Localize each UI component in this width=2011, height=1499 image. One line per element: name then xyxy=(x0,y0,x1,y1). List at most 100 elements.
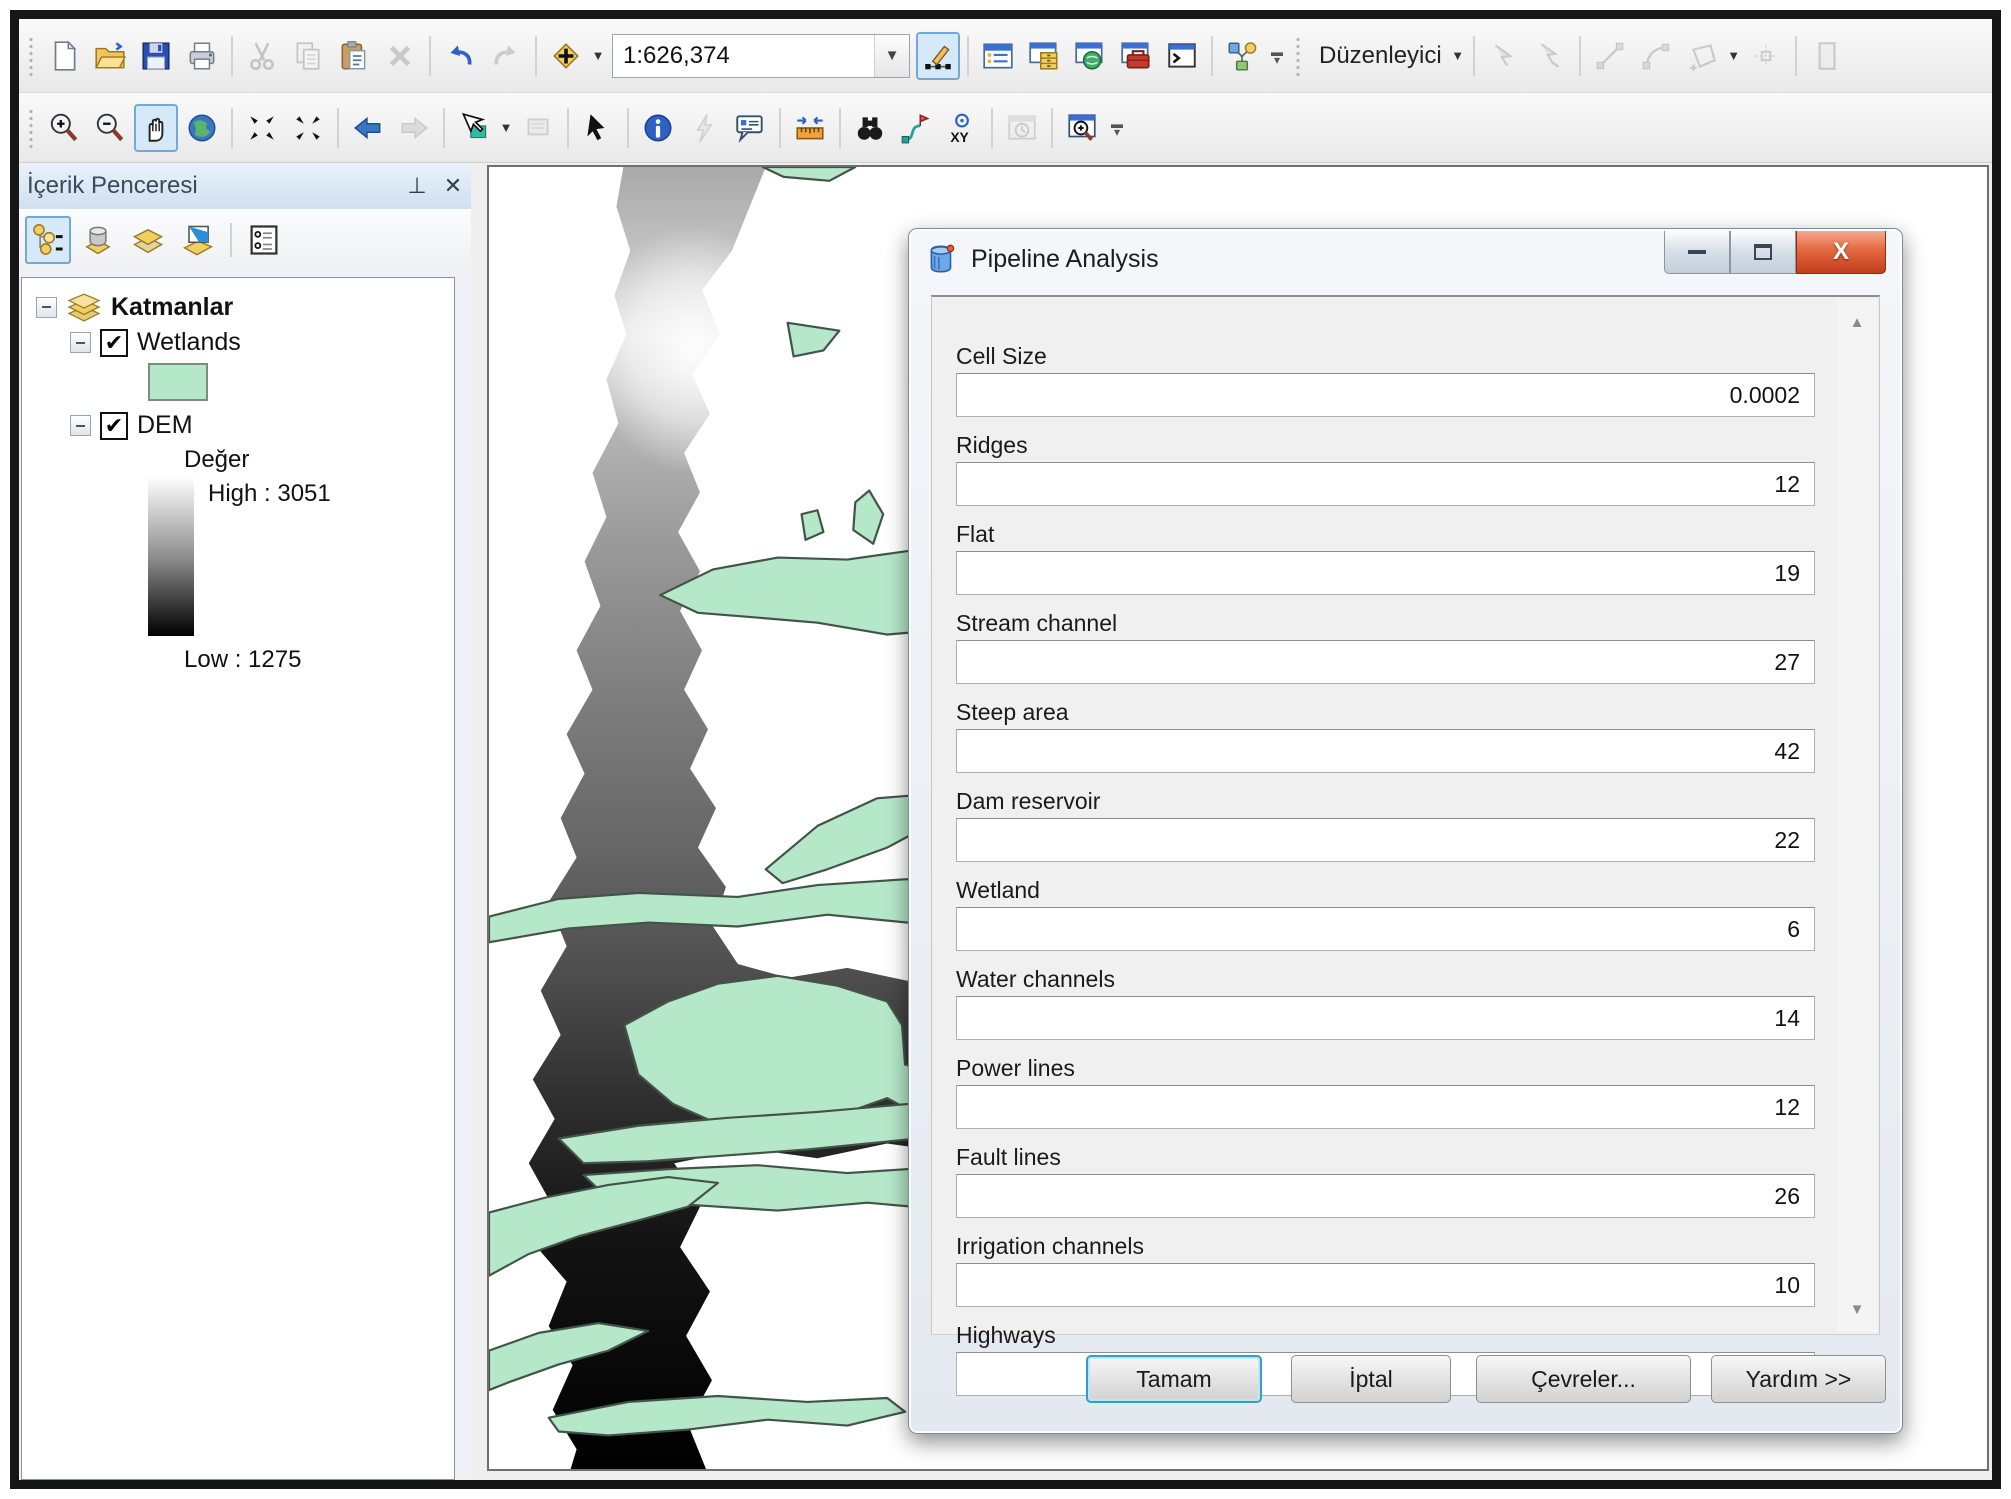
list-by-source-button[interactable] xyxy=(75,216,121,264)
expander-dem[interactable] xyxy=(70,415,91,436)
toolbar-grip[interactable] xyxy=(27,34,36,78)
map-scale-dropdown[interactable]: ▼ xyxy=(874,35,909,77)
clear-selection-button[interactable] xyxy=(516,104,560,152)
save-button[interactable] xyxy=(134,32,178,80)
select-elements-button[interactable] xyxy=(576,104,620,152)
scroll-up-icon[interactable]: ▲ xyxy=(1837,305,1877,339)
close-icon[interactable]: ✕ xyxy=(435,168,471,204)
dialog-scrollbar[interactable]: ▲ ▼ xyxy=(1837,299,1877,1332)
parameter-input[interactable]: 12 xyxy=(956,462,1815,506)
wetlands-symbol-swatch[interactable] xyxy=(148,363,208,401)
editor-sketch-icon xyxy=(921,39,955,73)
wetlands-checkbox[interactable]: ✔ xyxy=(100,329,128,357)
list-by-drawing-order-button[interactable] xyxy=(25,216,71,264)
html-popup-button[interactable] xyxy=(728,104,772,152)
python-window-button[interactable] xyxy=(1160,32,1204,80)
ok-button[interactable]: Tamam xyxy=(1086,1355,1262,1403)
tools-overflow-button[interactable]: ▬▾ xyxy=(1106,104,1128,152)
add-data-dropdown[interactable]: ▼ xyxy=(590,32,606,80)
find-button[interactable] xyxy=(848,104,892,152)
trace-tool-button[interactable] xyxy=(1528,32,1572,80)
arc-segment-tool-button[interactable] xyxy=(1634,32,1678,80)
close-button[interactable]: X xyxy=(1796,231,1886,274)
expander-wetlands[interactable] xyxy=(70,332,91,353)
open-folder-icon xyxy=(93,39,127,73)
add-data-button[interactable] xyxy=(544,32,588,80)
toolbar-overflow-button[interactable]: ▬▾ xyxy=(1266,32,1288,80)
attributes-button[interactable] xyxy=(1804,32,1848,80)
arctoolbox-button[interactable] xyxy=(1114,32,1158,80)
parameter-input[interactable]: 6 xyxy=(956,907,1815,951)
minimize-button[interactable] xyxy=(1664,231,1730,274)
editor-menu[interactable]: Düzenleyici xyxy=(1309,42,1448,70)
parameter-input[interactable]: 22 xyxy=(956,818,1815,862)
maximize-button[interactable] xyxy=(1730,231,1796,274)
find-route-button[interactable] xyxy=(894,104,938,152)
parameter-input[interactable]: 27 xyxy=(956,640,1815,684)
new-document-button[interactable] xyxy=(42,32,86,80)
cut-button[interactable] xyxy=(240,32,284,80)
pan-button[interactable] xyxy=(134,104,178,152)
open-button[interactable] xyxy=(88,32,132,80)
parameter-input[interactable]: 14 xyxy=(956,996,1815,1040)
fixed-zoom-out-button[interactable] xyxy=(286,104,330,152)
cut-icon xyxy=(245,39,279,73)
paste-button[interactable] xyxy=(332,32,376,80)
model-builder-button[interactable] xyxy=(1220,32,1264,80)
select-features-dropdown[interactable]: ▼ xyxy=(498,104,514,152)
forward-extent-button[interactable] xyxy=(392,104,436,152)
layer-label-wetlands[interactable]: Wetlands xyxy=(137,328,241,357)
snapping-grid-button[interactable] xyxy=(1744,32,1788,80)
layer-label-dem[interactable]: DEM xyxy=(137,411,193,440)
select-features-button[interactable] xyxy=(452,104,496,152)
editor-sketch-properties-button[interactable] xyxy=(916,32,960,80)
tools-toolbar-grip[interactable] xyxy=(27,106,36,150)
go-to-xy-button[interactable]: XY xyxy=(940,104,984,152)
cancel-button[interactable]: İptal xyxy=(1291,1355,1451,1403)
parameter-input[interactable]: 26 xyxy=(956,1174,1815,1218)
redo-button[interactable] xyxy=(484,32,528,80)
help-button[interactable]: Yardım >> xyxy=(1711,1355,1886,1403)
expander-katmanlar[interactable] xyxy=(36,297,57,318)
edit-tool-button[interactable] xyxy=(1482,32,1526,80)
viewer-window-button[interactable] xyxy=(1060,104,1104,152)
measure-button[interactable] xyxy=(788,104,832,152)
back-extent-button[interactable] xyxy=(346,104,390,152)
line-segment-tool-button[interactable] xyxy=(1588,32,1632,80)
identify-button[interactable] xyxy=(636,104,680,152)
fixed-zoom-in-button[interactable] xyxy=(240,104,284,152)
catalog-button[interactable] xyxy=(1022,32,1066,80)
edit-arrow-icon xyxy=(1487,39,1521,73)
polygon-sketch-dropdown[interactable]: ▼ xyxy=(1726,32,1742,80)
table-of-contents-button[interactable] xyxy=(976,32,1020,80)
print-button[interactable] xyxy=(180,32,224,80)
parameter-input[interactable]: 0.0002 xyxy=(956,373,1815,417)
scroll-down-icon[interactable]: ▼ xyxy=(1837,1292,1877,1326)
undo-button[interactable] xyxy=(438,32,482,80)
parameter-input[interactable]: 10 xyxy=(956,1263,1815,1307)
parameter-input[interactable]: 19 xyxy=(956,551,1815,595)
map-scale-combo[interactable]: 1:626,374 ▼ xyxy=(612,34,910,78)
time-slider-button[interactable] xyxy=(1000,104,1044,152)
pin-icon[interactable]: ⊥ xyxy=(399,168,435,204)
list-by-visibility-button[interactable] xyxy=(125,216,171,264)
parameter-input[interactable]: 42 xyxy=(956,729,1815,773)
search-window-button[interactable] xyxy=(1068,32,1112,80)
toc-options-button[interactable] xyxy=(241,216,287,264)
zoom-out-button[interactable] xyxy=(88,104,132,152)
polygon-sketch-tool-button[interactable] xyxy=(1680,32,1724,80)
layers-root-label[interactable]: Katmanlar xyxy=(111,293,233,322)
delete-button[interactable] xyxy=(378,32,422,80)
dem-checkbox[interactable]: ✔ xyxy=(100,412,128,440)
list-by-selection-button[interactable] xyxy=(175,216,221,264)
environments-button[interactable]: Çevreler... xyxy=(1476,1355,1691,1403)
hyperlink-button[interactable] xyxy=(682,104,726,152)
full-extent-button[interactable] xyxy=(180,104,224,152)
parameter-input[interactable]: 12 xyxy=(956,1085,1815,1129)
editor-toolbar-grip[interactable] xyxy=(1294,34,1303,78)
copy-button[interactable] xyxy=(286,32,330,80)
zoom-in-button[interactable] xyxy=(42,104,86,152)
editor-menu-dropdown[interactable]: ▼ xyxy=(1450,32,1466,80)
dialog-titlebar[interactable]: Pipeline Analysis X xyxy=(909,229,1902,289)
svg-text:XY: XY xyxy=(950,128,968,144)
